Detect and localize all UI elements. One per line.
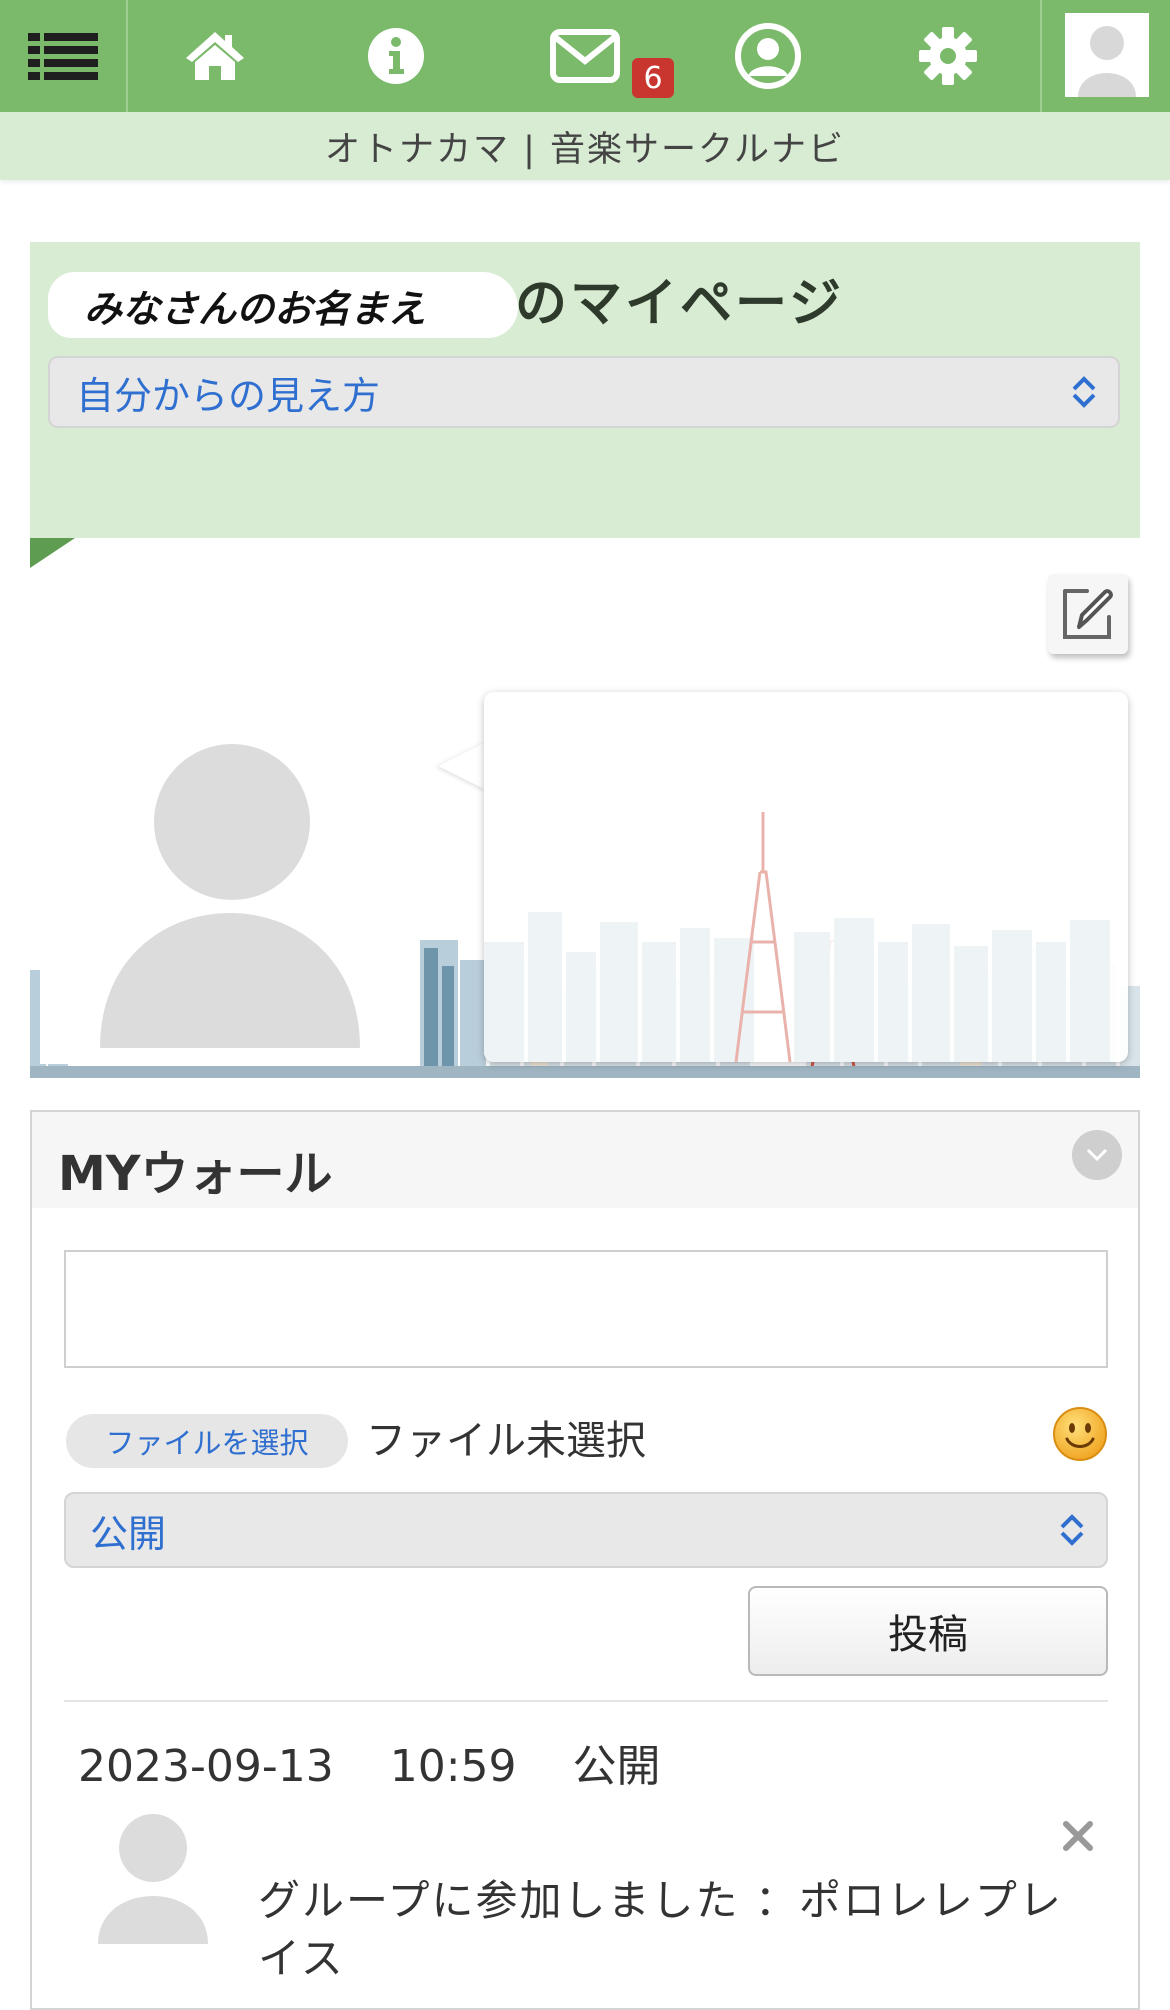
info-button[interactable] — [302, 0, 490, 112]
wall-title: MYウォール — [58, 1146, 333, 1202]
view-mode-select[interactable]: 自分からの見え方 — [48, 356, 1120, 428]
post-textarea[interactable] — [64, 1250, 1108, 1368]
top-nav: 6 — [0, 0, 1170, 112]
bubble-tail — [438, 742, 486, 790]
close-icon — [1063, 1821, 1093, 1851]
select-updown-icon — [1072, 376, 1096, 408]
wall-header: MYウォール — [32, 1112, 1138, 1208]
post-time: 10:59 — [389, 1741, 517, 1792]
home-icon — [186, 32, 244, 80]
default-avatar-icon — [98, 1814, 208, 1944]
post-meta: 2023-09-13 10:59 公開 — [78, 1730, 717, 1794]
select-updown-icon — [1060, 1514, 1084, 1546]
account-avatar[interactable] — [1065, 13, 1149, 97]
post-visibility: 公開 — [572, 1741, 661, 1792]
mail-icon — [550, 29, 620, 83]
view-mode-value: 自分からの見え方 — [76, 373, 381, 418]
nav-separator — [1040, 0, 1042, 112]
delete-post-button[interactable] — [1058, 1816, 1098, 1856]
info-icon — [368, 28, 424, 84]
chevron-down-icon — [1086, 1148, 1108, 1162]
pencil-edit-icon — [1063, 589, 1113, 639]
collapse-button[interactable] — [1072, 1130, 1122, 1180]
site-title[interactable]: オトナカマ | 音楽サークルナビ — [0, 112, 1170, 180]
post-text: グループに参加しました ：ポロレレプレイス — [258, 1876, 1063, 1983]
mail-unread-badge: 6 — [632, 58, 674, 98]
user-name: みなさんのお名まえ — [48, 272, 518, 338]
visibility-select[interactable]: 公開 — [64, 1492, 1108, 1568]
visibility-value: 公開 — [90, 1511, 167, 1556]
profile-button[interactable] — [680, 0, 856, 112]
page-title: のマイページ — [515, 273, 844, 334]
emoji-button[interactable] — [1052, 1406, 1108, 1462]
submit-post-button[interactable]: 投稿 — [748, 1586, 1108, 1676]
user-circle-icon — [735, 23, 801, 89]
choose-file-button[interactable]: ファイルを選択 — [66, 1414, 348, 1468]
default-avatar-icon — [40, 688, 420, 1064]
profile-photo[interactable] — [40, 688, 420, 1064]
list-menu-icon — [28, 33, 98, 80]
edit-profile-button[interactable] — [1048, 574, 1128, 654]
post-author-avatar[interactable] — [96, 1810, 210, 1944]
menu-button[interactable] — [0, 0, 126, 112]
profile-message-bubble — [484, 692, 1128, 1062]
post-date: 2023-09-13 — [78, 1741, 334, 1792]
gear-icon — [919, 27, 977, 85]
smiley-face-icon — [1053, 1407, 1107, 1461]
header-fold-decoration — [30, 538, 75, 568]
default-avatar-icon — [1065, 13, 1149, 97]
file-status: ファイル未選択 — [366, 1418, 646, 1464]
settings-button[interactable] — [856, 0, 1040, 112]
divider — [64, 1700, 1108, 1702]
tokyo-tower-illustration — [484, 812, 1110, 1062]
home-button[interactable] — [128, 0, 302, 112]
